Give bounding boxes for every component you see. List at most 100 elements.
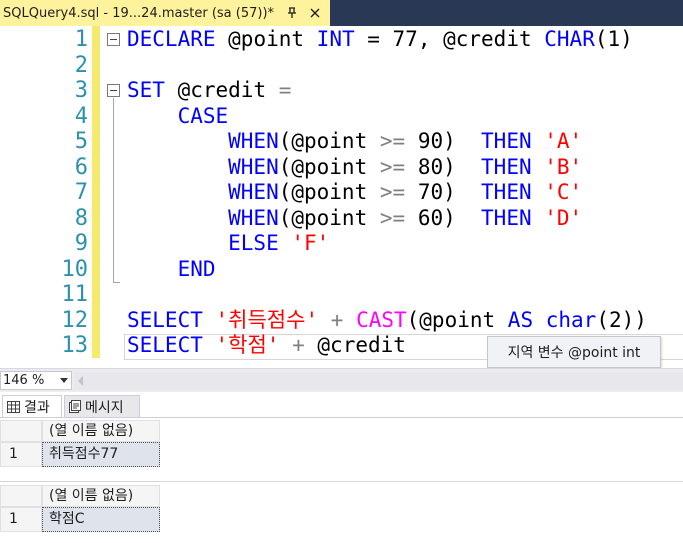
code-token: '학점' [215,333,280,357]
line-number: 8 [74,205,88,231]
code-token: ELSE [127,231,279,255]
chevron-down-icon [60,378,68,383]
collapse-declare-icon[interactable] [107,33,120,46]
code-token: THEN [481,205,532,230]
tab-messages[interactable]: 메시지 [64,395,140,417]
tab-messages-label: 메시지 [85,399,124,416]
zoom-level-dropdown[interactable]: 146 % [0,371,72,390]
code-token: + [292,333,305,357]
code-token: AS [507,307,534,332]
grid-cell-selected[interactable]: 학점C [42,507,160,532]
grid-corner[interactable] [0,485,42,507]
code-token: THEN [481,154,532,179]
code-token: WHEN [127,180,279,204]
code-token: CHAR [544,27,595,51]
code-token: CAST [356,307,407,332]
code-token: >= [379,205,406,230]
line-number: 10 [61,256,89,282]
change-tracking-bar [92,26,100,358]
code-token: >= [379,180,406,204]
code-token: 80) [405,154,482,179]
code-line[interactable]: SET @credit = [127,78,291,104]
code-line[interactable]: CASE [127,103,229,130]
code-token: (@point [406,307,508,332]
line-number: 13 [61,333,89,358]
code-token: >= [379,129,406,153]
code-token: @credit [304,333,406,357]
results-tab-strip: 결과 메시지 [0,392,683,418]
line-number: 5 [74,129,88,154]
code-line[interactable]: ELSE 'F' [127,231,329,257]
result-grid-2[interactable]: (열 이름 없음) 1 학점C [0,485,683,543]
fold-guide-line [113,98,114,282]
line-number: 7 [74,180,88,205]
grid-corner[interactable] [0,420,42,442]
collapse-set-icon[interactable] [107,84,120,97]
close-icon[interactable] [306,4,324,22]
tab-results[interactable]: 결과 [2,395,62,417]
code-token: THEN [481,129,532,153]
tab-results-label: 결과 [24,399,50,416]
line-number: 1 [74,27,88,52]
pin-icon[interactable] [283,4,301,22]
code-token: + [330,307,344,332]
code-token: @credit [164,78,279,102]
code-token: 'B' [544,154,583,179]
code-token: 'A' [544,129,583,153]
code-token: (@point [278,129,380,153]
code-line[interactable]: SELECT '취득점수' + CAST(@point AS char(2)) [127,308,647,334]
code-line[interactable]: WHEN(@point >= 70) THEN 'C' [127,180,582,206]
code-token: = 77, @credit [354,27,545,51]
query-tab[interactable]: SQLQuery4.sql - 19...24.master (sa (57))… [0,0,330,26]
code-line[interactable]: WHEN(@point >= 60) THEN 'D' [127,206,582,232]
code-token: (2)) [596,307,647,332]
scroll-left-icon[interactable] [78,376,83,386]
quickinfo-tooltip: 지역 변수 @point int [487,336,661,368]
line-number: 6 [74,154,88,180]
code-token: 60) [405,205,482,230]
fold-guide-end [113,282,120,283]
code-token: CASE [127,103,229,128]
code-token: 70) [405,180,482,204]
message-icon [69,400,81,413]
code-line[interactable]: DECLARE @point INT = 77, @credit CHAR(1) [127,27,633,53]
grid-splitter[interactable] [0,481,683,482]
code-token: 90) [405,129,482,153]
document-tab-bar: SQLQuery4.sql - 19...24.master (sa (57))… [0,0,683,26]
code-line[interactable]: WHEN(@point >= 80) THEN 'B' [127,155,582,181]
code-line[interactable]: WHEN(@point >= 90) THEN 'A' [127,129,582,155]
sql-editor[interactable]: 1 2 3 4 5 6 7 8 9 10 11 12 13 DECLARE @point INT = 7… [0,26,683,368]
code-line[interactable]: END [127,257,216,283]
code-token: = [278,78,292,102]
grid-column-header[interactable]: (열 이름 없음) [42,420,160,442]
zoom-level-value: 146 % [3,373,45,388]
code-token: (1) [594,27,633,51]
code-token: >= [379,154,406,179]
grid-icon [7,400,20,413]
code-token: (@point [278,205,380,230]
result-grid-1[interactable]: (열 이름 없음) 1 취득점수77 [0,420,683,478]
outlining-margin [104,26,124,368]
grid-row-number[interactable]: 1 [0,442,42,467]
code-token: @point [215,27,317,51]
grid-cell-selected[interactable]: 취득점수77 [42,442,160,467]
code-token: INT [316,27,355,51]
code-token: 'C' [544,180,583,204]
code-token: SET [127,78,165,102]
code-token: 'D' [544,205,583,230]
code-token: DECLARE [127,27,216,51]
code-line[interactable]: SELECT '학점' + @credit [127,333,406,359]
code-token: SELECT [127,307,203,332]
grid-row-number[interactable]: 1 [0,507,42,532]
grid-column-header[interactable]: (열 이름 없음) [42,485,160,507]
horizontal-scrollbar[interactable] [74,372,683,390]
